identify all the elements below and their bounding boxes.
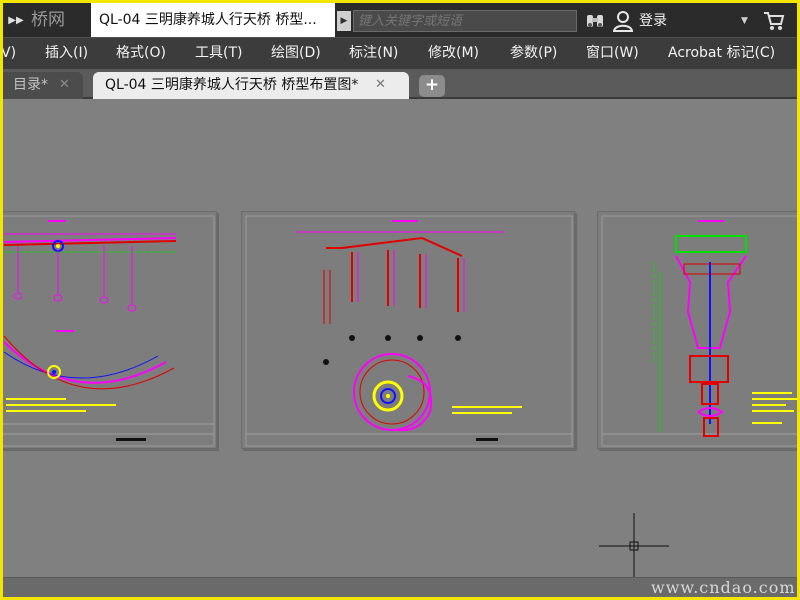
layout-sheet-3: [597, 211, 797, 449]
document-title: QL-04 三明康养城人行天桥 桥型...: [91, 3, 335, 37]
caret-down-icon[interactable]: ▼: [741, 12, 753, 30]
user-icon[interactable]: [613, 10, 633, 32]
cart-icon[interactable]: [763, 10, 785, 32]
drawing-canvas[interactable]: [3, 99, 797, 579]
menu-acrobat-markup[interactable]: Acrobat 标记(C): [668, 38, 775, 70]
menu-bar: V) 插入(I) 格式(O) 工具(T) 绘图(D) 标注(N) 修改(M) 参…: [3, 37, 797, 69]
menu-parameters[interactable]: 参数(P): [510, 38, 557, 70]
file-tab-strip: 目录* ✕ QL-04 三明康养城人行天桥 桥型布置图* ✕ +: [3, 69, 797, 99]
tab-bridge-layout[interactable]: QL-04 三明康养城人行天桥 桥型布置图* ✕: [93, 72, 409, 99]
status-bar: www.cndao.com: [3, 577, 797, 597]
tab-label: QL-04 三明康养城人行天桥 桥型布置图*: [105, 77, 359, 93]
menu-draw[interactable]: 绘图(D): [271, 38, 321, 70]
login-button[interactable]: 登录: [639, 10, 679, 32]
new-tab-button[interactable]: +: [419, 75, 445, 97]
app-window: ▶▶ 桥网 QL-04 三明康养城人行天桥 桥型... ▶ 登录 ▼ V) 插入…: [3, 3, 797, 597]
menu-modify[interactable]: 修改(M): [428, 38, 479, 70]
menu-format[interactable]: 格式(O): [116, 38, 166, 70]
menu-view[interactable]: V): [3, 38, 16, 70]
layout-sheet-2: [241, 211, 575, 449]
brand-logo: 桥网: [31, 10, 65, 30]
menu-dimension[interactable]: 标注(N): [349, 38, 398, 70]
menu-window[interactable]: 窗口(W): [586, 38, 639, 70]
search-input[interactable]: [353, 10, 577, 32]
tab-catalog[interactable]: 目录* ✕: [3, 72, 83, 99]
chevron-double-right-icon[interactable]: ▶▶: [5, 11, 27, 31]
cad-drawing-2: [245, 215, 573, 447]
watermark: www.cndao.com: [651, 578, 796, 597]
close-icon[interactable]: ✕: [59, 72, 70, 99]
menu-tools[interactable]: 工具(T): [195, 38, 242, 70]
binoculars-icon[interactable]: [585, 11, 605, 31]
close-icon[interactable]: ✕: [375, 72, 386, 99]
menu-insert[interactable]: 插入(I): [45, 38, 88, 70]
crosshair-cursor-icon: [599, 513, 669, 579]
cad-drawing-1: [3, 215, 215, 447]
layout-sheet-1: [3, 211, 217, 449]
tab-label: 目录*: [13, 77, 48, 93]
triangle-right-icon[interactable]: ▶: [337, 11, 351, 31]
title-bar: ▶▶ 桥网 QL-04 三明康养城人行天桥 桥型... ▶ 登录 ▼: [3, 3, 797, 37]
cad-drawing-3: [601, 215, 797, 447]
